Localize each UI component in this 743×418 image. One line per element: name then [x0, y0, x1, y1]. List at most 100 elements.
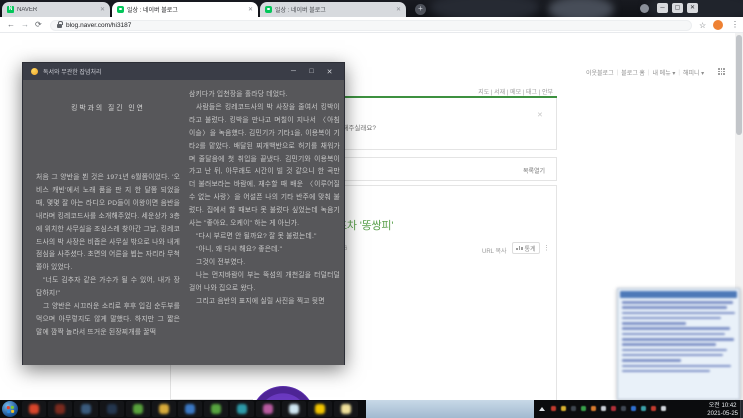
nav-nickname[interactable]: 해피니 ▾: [683, 68, 704, 77]
tray-icon[interactable]: [631, 406, 636, 411]
tab-title: 일상 : 네이버 블로그: [127, 8, 178, 14]
profile-avatar[interactable]: [713, 20, 723, 30]
url-copy-button[interactable]: URL 복사: [482, 246, 507, 255]
notice-close-icon[interactable]: ✕: [537, 111, 543, 119]
ebook-reader-window: 독서와 무관한 잡념처리 ─ □ ✕ 킹박과의 질긴 인연 처음 그 양반을 뵌…: [22, 62, 345, 365]
taskbar-app-icon[interactable]: [256, 401, 280, 417]
tray-icon[interactable]: [551, 406, 556, 411]
taskbar-app-icon[interactable]: [178, 401, 202, 417]
chapter-title: 킹박과의 질긴 인연: [71, 105, 145, 112]
memo-blurred-text: [620, 301, 737, 373]
taskbar-app-icon[interactable]: [204, 401, 228, 417]
tab-close-icon[interactable]: ✕: [100, 6, 105, 13]
windows-flag-icon: [6, 405, 14, 413]
new-tab-button[interactable]: +: [415, 4, 426, 15]
memo-text-line: [622, 338, 735, 341]
open-list-link[interactable]: 목록열기: [523, 166, 545, 175]
window-close-button[interactable]: ✕: [687, 3, 698, 13]
padlock-icon: [57, 21, 63, 28]
tray-icon[interactable]: [561, 406, 566, 411]
nav-my-menu[interactable]: 내 메뉴 ▾: [652, 68, 675, 77]
taskbar-app-icon[interactable]: [308, 401, 332, 417]
memo-text-line: [622, 306, 728, 309]
bar-chart-icon: [516, 246, 523, 250]
window-maximize-button[interactable]: ▢: [672, 3, 683, 13]
nav-neighbor-blog[interactable]: 이웃블로그: [586, 68, 614, 77]
tray-icon[interactable]: [641, 406, 646, 411]
back-icon[interactable]: ←: [7, 21, 15, 29]
tray-icon[interactable]: [611, 406, 616, 411]
reader-window-title: 독서와 무관한 잡념처리: [43, 70, 102, 76]
paragraph: "너도 김추자 같은 가수가 될 수 있어, 내가 장담하지!": [36, 277, 181, 298]
tray-icon[interactable]: [621, 406, 626, 411]
start-button[interactable]: [2, 401, 18, 417]
theme-blob: [430, 0, 540, 17]
reader-body: 킹박과의 질긴 인연 처음 그 양반을 뵌 것은 1971년 6월쯤이었다. '…: [23, 80, 344, 365]
tab-title: NAVER: [17, 6, 38, 13]
taskbar-app-icon[interactable]: [152, 401, 176, 417]
stats-button[interactable]: 통계: [512, 242, 540, 254]
taskbar-app-icon[interactable]: [334, 401, 358, 417]
reader-app-icon: [31, 68, 38, 75]
forward-icon[interactable]: →: [21, 21, 29, 29]
taskbar-app-icon[interactable]: [48, 401, 72, 417]
browser-frame: N NAVER ✕ 일상 : 네이버 블로그 ✕ 일상 : 네이버 블로그 ✕ …: [0, 0, 743, 17]
tray-icon[interactable]: [601, 406, 606, 411]
tray-icon[interactable]: [591, 406, 596, 411]
nav-blog-home[interactable]: 블로그 홈: [621, 68, 645, 77]
browser-menu-icon[interactable]: ⋮: [731, 21, 739, 29]
taskbar-app-icon[interactable]: [230, 401, 254, 417]
tab-naver[interactable]: N NAVER ✕: [2, 2, 110, 17]
taskbar-app-icon[interactable]: [282, 401, 306, 417]
taskbar-app-icon[interactable]: [126, 401, 150, 417]
memo-text-line: [622, 301, 734, 304]
taskbar-clock[interactable]: 오전 10:42 2021-05-25: [707, 402, 738, 418]
blurred-memo-overlay[interactable]: [617, 288, 740, 400]
paragraph: 그리고 음반의 표지에 실릴 사진을 찍고 뒷면: [196, 297, 325, 305]
memo-text-line: [622, 348, 728, 352]
nav-separator: |: [616, 69, 619, 76]
post-title[interactable]: 포차 '똥쌍피': [337, 217, 393, 233]
reader-minimize-button[interactable]: ─: [287, 68, 300, 75]
tray-icon[interactable]: [571, 406, 576, 411]
reader-title-bar[interactable]: 독서와 무관한 잡념처리 ─ □ ✕: [23, 63, 344, 80]
taskbar-app-icon[interactable]: [22, 401, 46, 417]
tab-close-icon[interactable]: ✕: [396, 6, 401, 13]
memo-text-line: [622, 364, 731, 368]
scrollbar-thumb[interactable]: [736, 35, 742, 135]
stats-label: 통계: [524, 246, 536, 253]
post-more-icon[interactable]: ⋮: [543, 244, 550, 252]
theme-circle-icon: [640, 4, 649, 13]
tab-blog-active[interactable]: 일상 : 네이버 블로그 ✕: [112, 2, 258, 17]
reader-close-button[interactable]: ✕: [323, 68, 336, 76]
tray-expand-icon[interactable]: [539, 407, 545, 411]
address-bar[interactable]: blog.naver.com/hi3187: [50, 19, 692, 31]
memo-text-line: [622, 332, 725, 336]
memo-text-line: [622, 353, 723, 357]
tray-icon[interactable]: [651, 406, 656, 411]
paragraph: 사람들은 킹레코드사의 박 사장을 줄여서 킹박이라고 불렀다. 킹박을 만나고…: [189, 103, 340, 228]
paragraph: "다시 부르면 안 될까요? 잘 못 불렀는데.": [196, 232, 317, 240]
memo-text-line: [622, 311, 736, 315]
reader-maximize-button[interactable]: □: [305, 68, 318, 75]
tab-close-icon[interactable]: ✕: [248, 6, 253, 13]
theme-blob: [548, 0, 614, 17]
memo-title-bar: [620, 291, 737, 298]
account-nav: 이웃블로그 | 블로그 홈 | 내 메뉴 ▾ | 해피니 ▾: [586, 68, 714, 78]
tray-icon[interactable]: [581, 406, 586, 411]
url-text[interactable]: blog.naver.com/hi3187: [66, 22, 131, 29]
taskbar-app-icons: [22, 401, 358, 417]
blog-side-nav[interactable]: 지도 | 서재 | 메모 | 태그 | 안부: [420, 87, 553, 96]
reader-right-page: 삼키다가 입천장을 홀라당 데었다. 사람들은 킹레코드사의 박 사장을 줄여서…: [189, 86, 340, 365]
memo-text-line: [622, 369, 710, 373]
tray-icon[interactable]: [661, 406, 666, 411]
taskbar-app-icon[interactable]: [74, 401, 98, 417]
reload-icon[interactable]: ⟳: [35, 21, 42, 29]
bookmark-star-icon[interactable]: ☆: [699, 22, 706, 30]
tab-blog-2[interactable]: 일상 : 네이버 블로그 ✕: [260, 2, 406, 17]
window-minimize-button[interactable]: ─: [657, 3, 668, 13]
taskbar-app-icon[interactable]: [100, 401, 124, 417]
apps-grid-icon[interactable]: [718, 68, 725, 75]
nav-separator: |: [647, 69, 650, 76]
tab-title: 일상 : 네이버 블로그: [275, 8, 326, 14]
